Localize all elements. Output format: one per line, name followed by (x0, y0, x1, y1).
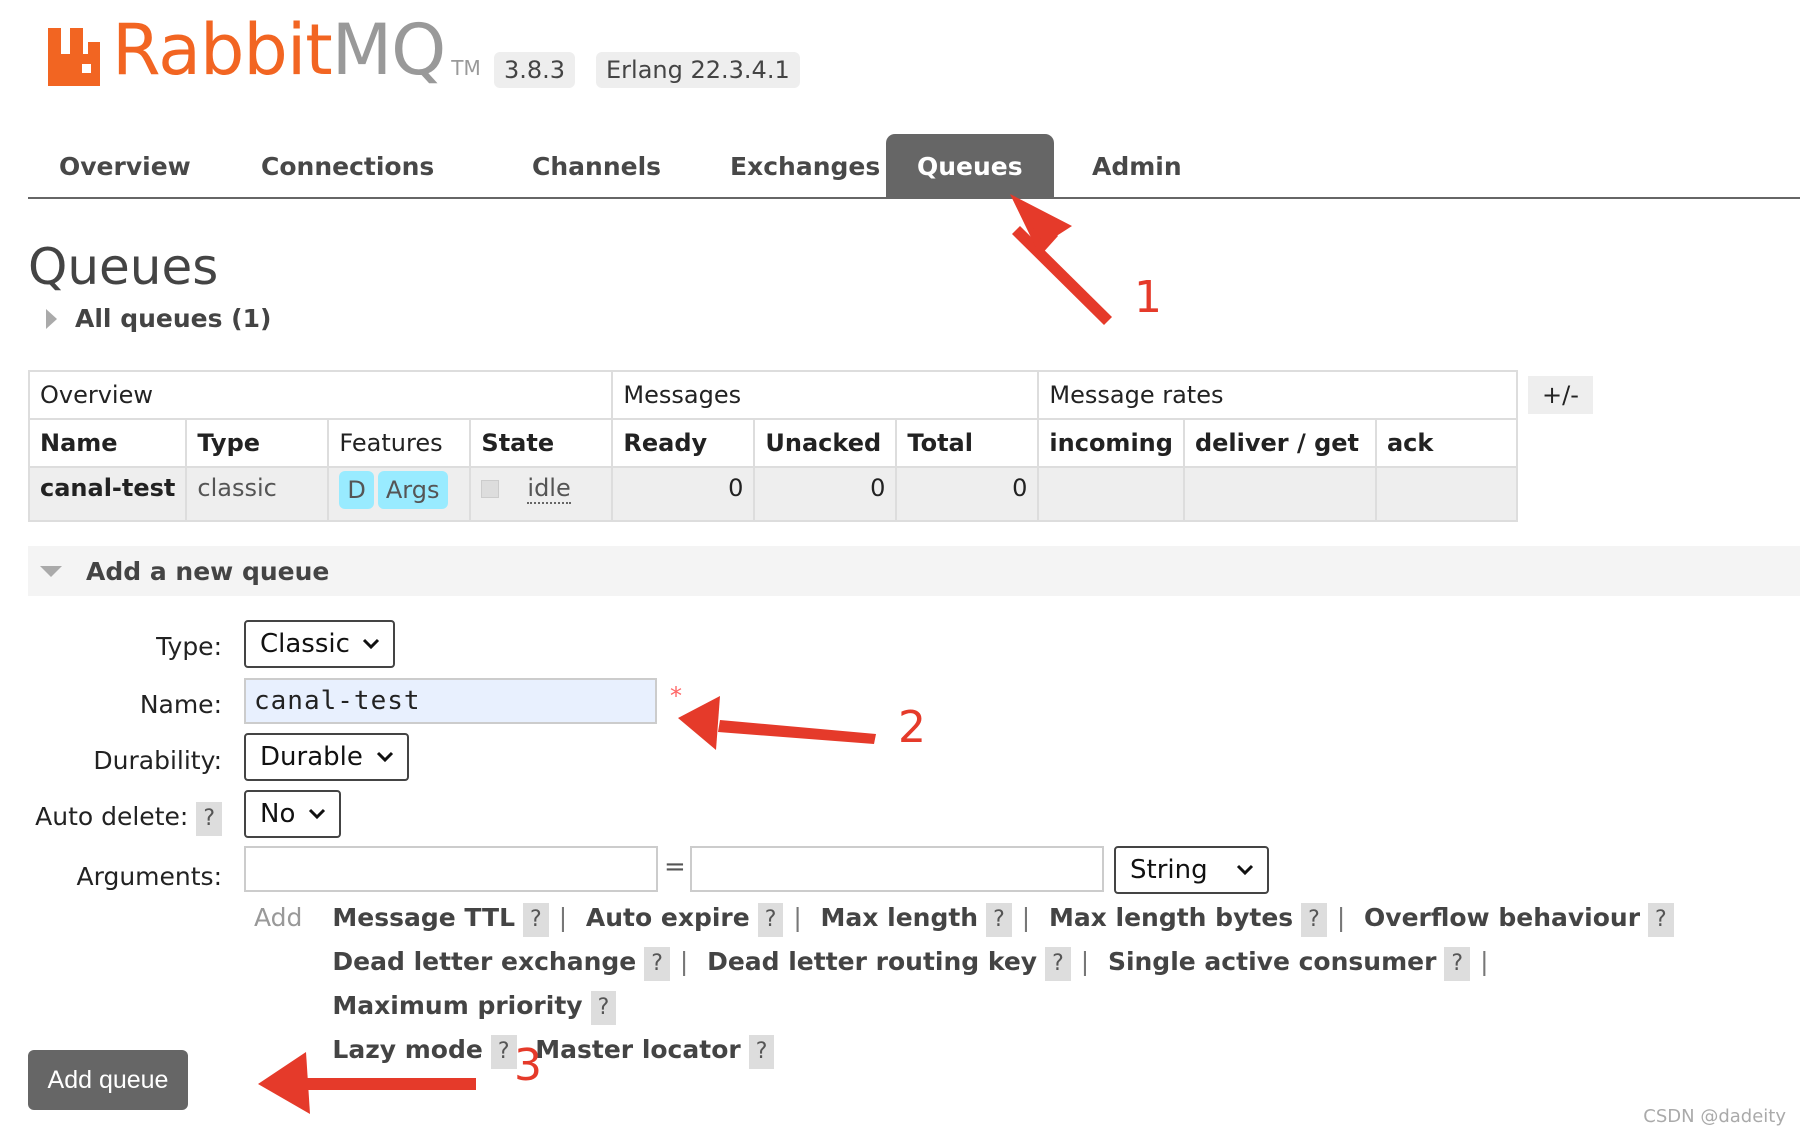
arrow-2-icon (678, 696, 876, 750)
annotation-number-3: 3 (514, 1040, 542, 1091)
arrow-3-icon (258, 1052, 476, 1114)
annotation-number-1: 1 (1134, 272, 1162, 323)
annotation-number-2: 2 (898, 702, 926, 753)
watermark: CSDN @dadeity (1643, 1106, 1786, 1127)
arrow-1-icon (1010, 194, 1112, 325)
annotation-arrows (258, 194, 1112, 1114)
